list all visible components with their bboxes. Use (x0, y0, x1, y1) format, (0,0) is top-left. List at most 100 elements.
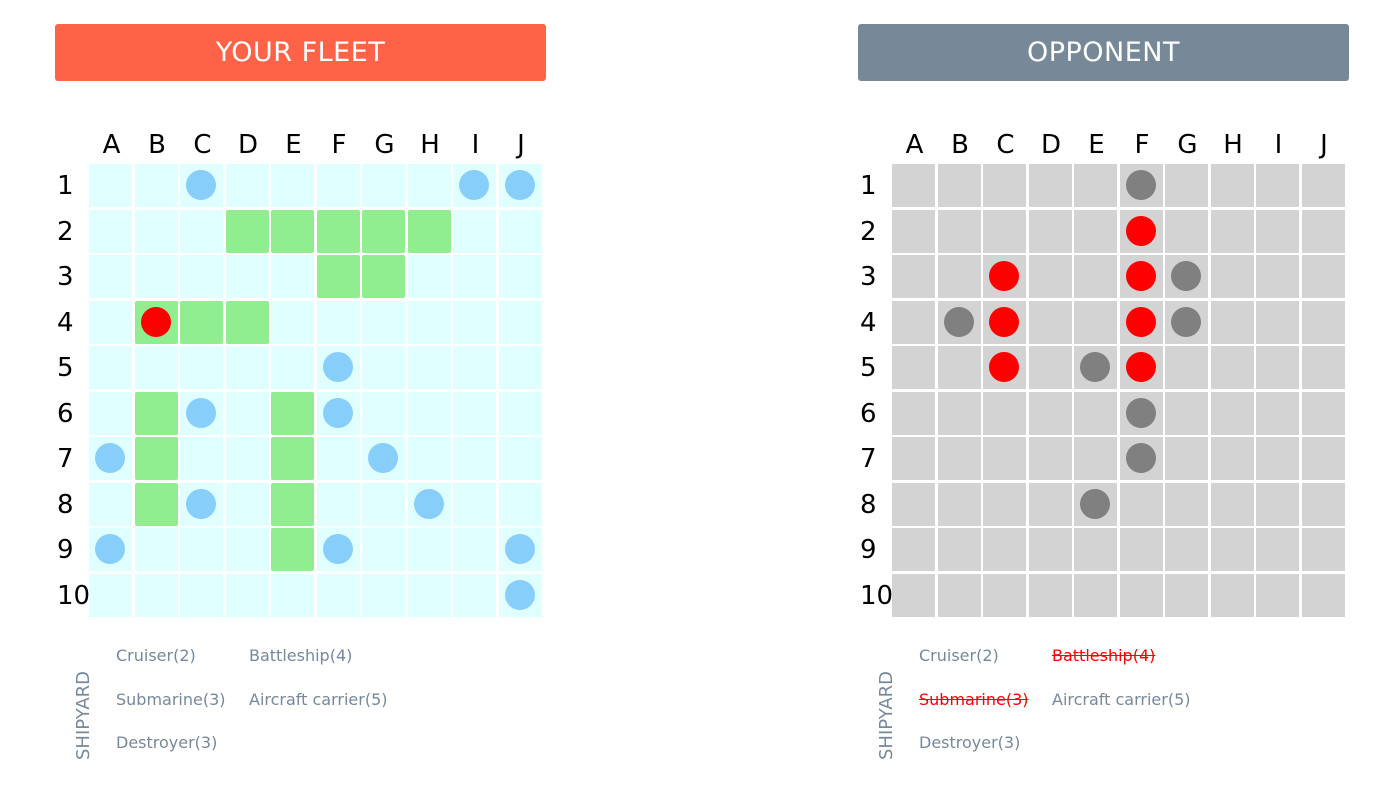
opponent-cell-a2[interactable] (892, 209, 935, 253)
opponent-cell-c9[interactable] (983, 528, 1026, 571)
opponent-cell-j10[interactable] (1301, 573, 1345, 617)
opponent-cell-h2[interactable] (1210, 209, 1254, 253)
your-cell-h7[interactable] (407, 437, 451, 480)
your-cell-a1[interactable] (89, 164, 132, 207)
opponent-grid[interactable] (892, 164, 1348, 620)
opponent-cell-f6[interactable] (1119, 391, 1163, 435)
opponent-cell-b6[interactable] (937, 391, 981, 435)
your-cell-i2[interactable] (453, 209, 496, 253)
your-cell-e7[interactable] (271, 437, 314, 480)
your-cell-g2[interactable] (362, 209, 405, 253)
opponent-cell-d3[interactable] (1028, 255, 1072, 298)
opponent-cell-h4[interactable] (1210, 300, 1254, 344)
shipyard-item[interactable]: Aircraft carrier(5) (249, 690, 388, 710)
opponent-cell-d9[interactable] (1028, 528, 1072, 571)
opponent-cell-h8[interactable] (1210, 482, 1254, 526)
your-fleet-grid[interactable] (89, 164, 545, 620)
your-cell-e6[interactable] (271, 391, 314, 435)
your-cell-h1[interactable] (407, 164, 451, 207)
your-cell-g1[interactable] (362, 164, 405, 207)
your-cell-f1[interactable] (316, 164, 360, 207)
your-cell-d10[interactable] (225, 573, 269, 617)
opponent-cell-g9[interactable] (1165, 528, 1208, 571)
your-cell-c2[interactable] (180, 209, 223, 253)
your-cell-e10[interactable] (271, 573, 314, 617)
opponent-cell-c3[interactable] (983, 255, 1026, 298)
your-cell-e9[interactable] (271, 528, 314, 571)
your-cell-a8[interactable] (89, 482, 132, 526)
your-cell-a7[interactable] (89, 437, 132, 480)
your-cell-i6[interactable] (453, 391, 496, 435)
opponent-cell-e6[interactable] (1074, 391, 1117, 435)
your-cell-a5[interactable] (89, 346, 132, 389)
opponent-cell-f9[interactable] (1119, 528, 1163, 571)
opponent-cell-b2[interactable] (937, 209, 981, 253)
opponent-cell-b8[interactable] (937, 482, 981, 526)
your-cell-f9[interactable] (316, 528, 360, 571)
opponent-cell-c5[interactable] (983, 346, 1026, 389)
opponent-cell-g4[interactable] (1165, 300, 1208, 344)
opponent-cell-i7[interactable] (1256, 437, 1299, 480)
your-cell-h5[interactable] (407, 346, 451, 389)
opponent-cell-c8[interactable] (983, 482, 1026, 526)
your-cell-h2[interactable] (407, 209, 451, 253)
opponent-cell-b4[interactable] (937, 300, 981, 344)
opponent-cell-i1[interactable] (1256, 164, 1299, 207)
opponent-cell-a9[interactable] (892, 528, 935, 571)
opponent-cell-f4[interactable] (1119, 300, 1163, 344)
shipyard-item[interactable]: Aircraft carrier(5) (1052, 690, 1191, 710)
your-cell-a2[interactable] (89, 209, 132, 253)
your-cell-d6[interactable] (225, 391, 269, 435)
shipyard-item[interactable]: Battleship(4) (1052, 646, 1155, 666)
your-cell-b2[interactable] (134, 209, 178, 253)
opponent-cell-e9[interactable] (1074, 528, 1117, 571)
opponent-cell-f5[interactable] (1119, 346, 1163, 389)
opponent-cell-g7[interactable] (1165, 437, 1208, 480)
your-cell-f3[interactable] (316, 255, 360, 298)
your-cell-a6[interactable] (89, 391, 132, 435)
opponent-cell-f2[interactable] (1119, 209, 1163, 253)
opponent-cell-b3[interactable] (937, 255, 981, 298)
your-cell-c1[interactable] (180, 164, 223, 207)
opponent-cell-e3[interactable] (1074, 255, 1117, 298)
opponent-cell-f8[interactable] (1119, 482, 1163, 526)
opponent-cell-c10[interactable] (983, 573, 1026, 617)
opponent-cell-b9[interactable] (937, 528, 981, 571)
opponent-cell-f1[interactable] (1119, 164, 1163, 207)
your-cell-i4[interactable] (453, 300, 496, 344)
your-cell-d9[interactable] (225, 528, 269, 571)
opponent-cell-g10[interactable] (1165, 573, 1208, 617)
opponent-cell-f10[interactable] (1119, 573, 1163, 617)
your-cell-e3[interactable] (271, 255, 314, 298)
your-cell-j8[interactable] (498, 482, 542, 526)
your-cell-i8[interactable] (453, 482, 496, 526)
your-cell-b4[interactable] (134, 300, 178, 344)
opponent-header-button[interactable]: OPPONENT (858, 24, 1349, 81)
your-fleet-header-button[interactable]: YOUR FLEET (55, 24, 546, 81)
opponent-cell-c1[interactable] (983, 164, 1026, 207)
opponent-cell-f3[interactable] (1119, 255, 1163, 298)
opponent-cell-b10[interactable] (937, 573, 981, 617)
opponent-cell-d7[interactable] (1028, 437, 1072, 480)
opponent-cell-i9[interactable] (1256, 528, 1299, 571)
opponent-cell-j9[interactable] (1301, 528, 1345, 571)
opponent-cell-h9[interactable] (1210, 528, 1254, 571)
opponent-cell-a3[interactable] (892, 255, 935, 298)
your-cell-d2[interactable] (225, 209, 269, 253)
opponent-cell-a1[interactable] (892, 164, 935, 207)
your-cell-j2[interactable] (498, 209, 542, 253)
your-cell-h10[interactable] (407, 573, 451, 617)
your-cell-d5[interactable] (225, 346, 269, 389)
your-cell-h9[interactable] (407, 528, 451, 571)
opponent-cell-d1[interactable] (1028, 164, 1072, 207)
opponent-cell-j5[interactable] (1301, 346, 1345, 389)
your-cell-j1[interactable] (498, 164, 542, 207)
your-cell-j9[interactable] (498, 528, 542, 571)
your-cell-i3[interactable] (453, 255, 496, 298)
your-cell-b5[interactable] (134, 346, 178, 389)
opponent-cell-i8[interactable] (1256, 482, 1299, 526)
your-cell-i7[interactable] (453, 437, 496, 480)
opponent-cell-i4[interactable] (1256, 300, 1299, 344)
opponent-cell-e5[interactable] (1074, 346, 1117, 389)
opponent-cell-i6[interactable] (1256, 391, 1299, 435)
